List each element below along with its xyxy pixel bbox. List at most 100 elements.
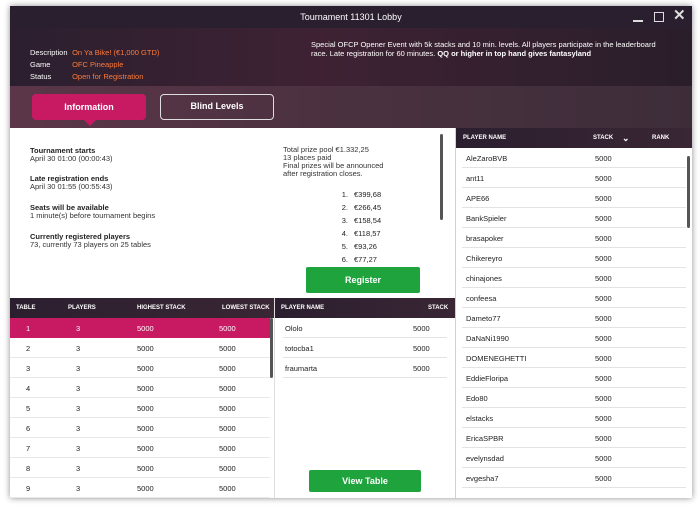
table-row[interactable]: 8 3 5000 5000 xyxy=(10,458,270,478)
player-row[interactable]: EricaSPBR 5000 xyxy=(462,428,686,448)
player-row[interactable]: DOMENEGHETTI 5000 xyxy=(462,348,686,368)
tables-scrollbar[interactable] xyxy=(270,318,273,378)
register-button[interactable]: Register xyxy=(306,267,420,293)
chevron-down-icon[interactable]: ⌄ xyxy=(622,133,630,144)
table-player-row[interactable]: totocba1 5000 xyxy=(283,338,447,358)
col-table[interactable]: TABLE xyxy=(16,305,36,311)
player-stack: 5000 xyxy=(595,354,612,363)
tab-blind-levels[interactable]: Blind Levels xyxy=(160,94,274,120)
window-title: Tournament 11301 Lobby xyxy=(300,12,402,22)
player-row[interactable]: evelynsdad 5000 xyxy=(462,448,686,468)
player-row[interactable]: brasapoker 5000 xyxy=(462,228,686,248)
maximize-button[interactable] xyxy=(651,9,667,25)
table-lowest-stack: 5000 xyxy=(219,424,236,433)
table-player-row[interactable]: fraumarta 5000 xyxy=(283,358,447,378)
table-lowest-stack: 5000 xyxy=(219,344,236,353)
game-row: Game OFC Pineapple xyxy=(30,60,123,69)
table-highest-stack: 5000 xyxy=(137,464,154,473)
table-row[interactable]: 2 3 5000 5000 xyxy=(10,338,270,358)
table-row[interactable]: 3 3 5000 5000 xyxy=(10,358,270,378)
table-lowest-stack: 5000 xyxy=(219,464,236,473)
player-row[interactable]: elstacks 5000 xyxy=(462,408,686,428)
table-players-count: 3 xyxy=(76,424,81,433)
game-value: OFC Pineapple xyxy=(72,60,124,69)
table-players-count: 3 xyxy=(76,484,81,493)
table-players-count: 3 xyxy=(76,324,81,333)
player-name: AleZaroBVB xyxy=(466,154,508,163)
close-button[interactable]: ✕ xyxy=(672,8,688,25)
prize-place: 6. xyxy=(341,255,348,264)
registered-players-value: 73, currently 73 players on 25 tables xyxy=(30,240,151,249)
table-players-count: 3 xyxy=(76,404,81,413)
col-lowest-stack[interactable]: LOWEST STACK xyxy=(222,305,270,311)
tab-information[interactable]: Information xyxy=(32,94,146,126)
table-row[interactable]: 9 3 5000 5000 xyxy=(10,478,270,498)
player-stack: 5000 xyxy=(413,324,430,333)
player-name: fraumarta xyxy=(285,364,318,373)
player-row[interactable]: ant11 5000 xyxy=(462,168,686,188)
player-row[interactable]: evgesha7 5000 xyxy=(462,468,686,488)
registered-players: Currently registered players 73, current… xyxy=(30,233,151,249)
table-number: 4 xyxy=(26,384,31,393)
player-name: BankSpieler xyxy=(466,214,507,223)
col-stack[interactable]: STACK xyxy=(593,135,613,141)
player-row[interactable]: DaNaNi1990 5000 xyxy=(462,328,686,348)
table-highest-stack: 5000 xyxy=(137,384,154,393)
col-player-name[interactable]: PLAYER NAME xyxy=(281,305,324,311)
table-row[interactable]: 4 3 5000 5000 xyxy=(10,378,270,398)
prize-amount: €399,68 xyxy=(354,190,382,199)
prize-place: 3. xyxy=(341,216,348,225)
table-highest-stack: 5000 xyxy=(137,324,154,333)
player-stack: 5000 xyxy=(595,234,612,243)
seats-available: Seats will be available 1 minute(s) befo… xyxy=(30,204,155,220)
table-number: 7 xyxy=(26,444,31,453)
table-row[interactable]: 7 3 5000 5000 xyxy=(10,438,270,458)
prize-place: 1. xyxy=(341,190,348,199)
view-table-button[interactable]: View Table xyxy=(309,470,421,492)
final-prizes-note-2: after registration closes. xyxy=(283,169,363,178)
col-highest-stack[interactable]: HIGHEST STACK xyxy=(137,305,186,311)
late-registration-value: April 30 01:55 (00:55:43) xyxy=(30,182,113,191)
player-row[interactable]: EddieFloripa 5000 xyxy=(462,368,686,388)
col-player-name[interactable]: PLAYER NAME xyxy=(463,135,506,141)
player-row[interactable]: confeesa 5000 xyxy=(462,288,686,308)
table-row[interactable]: 5 3 5000 5000 xyxy=(10,398,270,418)
player-stack: 5000 xyxy=(595,294,612,303)
player-name: evelynsdad xyxy=(466,454,504,463)
event-description-bold: QQ or higher in top hand gives fantasyla… xyxy=(437,49,592,58)
player-name: EricaSPBR xyxy=(466,434,504,443)
player-row[interactable]: Dameto77 5000 xyxy=(462,308,686,328)
player-name: Dameto77 xyxy=(466,314,501,323)
prize-item: 5. €93,26 xyxy=(334,240,381,253)
player-name: totocba1 xyxy=(285,344,314,353)
description-value: On Ya Bike! (€1,000 GTD) xyxy=(72,48,160,57)
col-players[interactable]: PLAYERS xyxy=(68,305,96,311)
players-scrollbar[interactable] xyxy=(687,156,690,228)
table-players-count: 3 xyxy=(76,344,81,353)
player-name: evgesha7 xyxy=(466,474,499,483)
player-stack: 5000 xyxy=(595,154,612,163)
player-row[interactable]: APE66 5000 xyxy=(462,188,686,208)
player-row[interactable]: Edo80 5000 xyxy=(462,388,686,408)
col-rank[interactable]: RANK xyxy=(652,135,669,141)
prize-item: 4. €118,57 xyxy=(334,227,381,240)
table-row[interactable]: 1 3 5000 5000 xyxy=(10,318,270,338)
player-stack: 5000 xyxy=(595,474,612,483)
info-scrollbar[interactable] xyxy=(440,134,443,220)
player-row[interactable]: BankSpieler 5000 xyxy=(462,208,686,228)
col-stack[interactable]: STACK xyxy=(428,305,448,311)
player-row[interactable]: chinajones 5000 xyxy=(462,268,686,288)
table-number: 1 xyxy=(26,324,31,333)
prize-amount: €266,45 xyxy=(354,203,382,212)
table-row[interactable]: 6 3 5000 5000 xyxy=(10,418,270,438)
player-stack: 5000 xyxy=(595,274,612,283)
player-stack: 5000 xyxy=(595,214,612,223)
player-stack: 5000 xyxy=(595,394,612,403)
player-name: EddieFloripa xyxy=(466,374,509,383)
table-player-row[interactable]: Ololo 5000 xyxy=(283,318,447,338)
player-row[interactable]: AleZaroBVB 5000 xyxy=(462,148,686,168)
minimize-button[interactable] xyxy=(630,9,646,25)
player-row[interactable]: Chikereyro 5000 xyxy=(462,248,686,268)
prize-amount: €77,27 xyxy=(354,255,377,264)
players-header: PLAYER NAME STACK ⌄ RANK xyxy=(456,128,692,148)
